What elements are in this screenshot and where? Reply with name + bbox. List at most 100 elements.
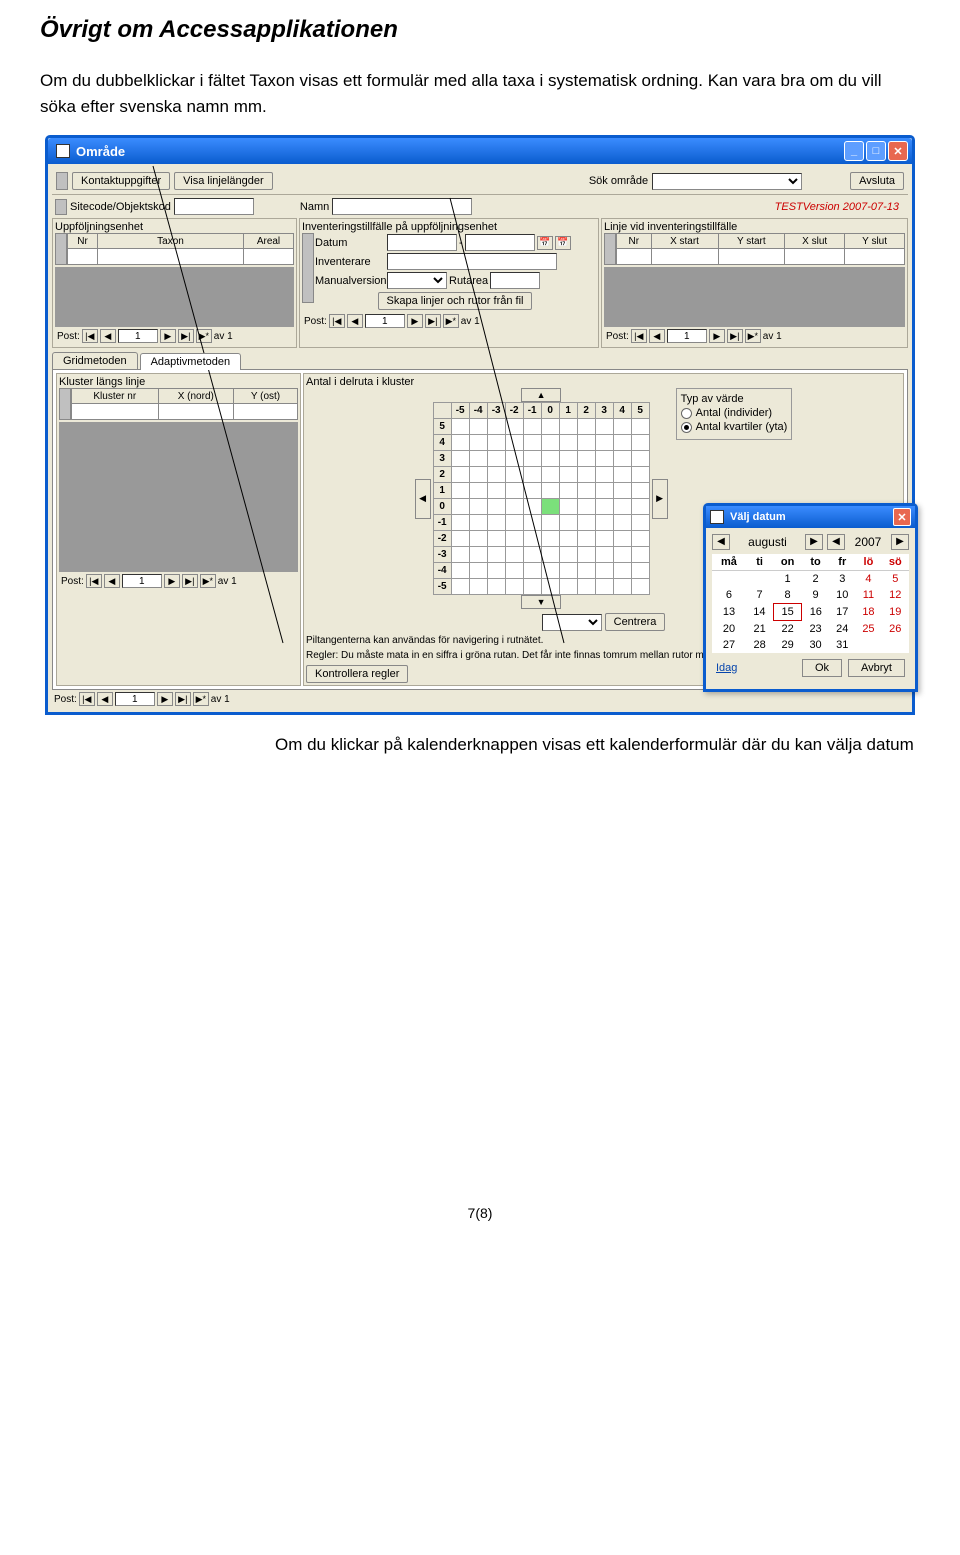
manualversion-combo[interactable]: [387, 272, 447, 289]
nav-next[interactable]: ▶: [160, 329, 176, 343]
dp-today-link[interactable]: Idag: [716, 662, 737, 674]
visa-linjelangder-button[interactable]: Visa linjelängder: [174, 172, 273, 190]
nav-prev[interactable]: ◀: [97, 692, 113, 706]
nav-first[interactable]: |◀: [631, 329, 647, 343]
kontrollera-button[interactable]: Kontrollera regler: [306, 665, 408, 683]
tab-adaptivmetoden[interactable]: Adaptivmetoden: [140, 353, 242, 370]
nav-first[interactable]: |◀: [79, 692, 95, 706]
sok-label: Sök område: [589, 175, 648, 187]
dash-label: -: [459, 237, 463, 249]
cell[interactable]: [785, 249, 845, 265]
nav-prev[interactable]: ◀: [100, 329, 116, 343]
datum2-field[interactable]: [465, 234, 535, 251]
calendar-button-1[interactable]: 📅: [537, 236, 553, 250]
record-selector[interactable]: [55, 199, 67, 215]
dp-ok-button[interactable]: Ok: [802, 659, 842, 677]
scroll-up[interactable]: ▲: [521, 388, 561, 402]
nav-new[interactable]: ▶*: [745, 329, 761, 343]
avsluta-button[interactable]: Avsluta: [850, 172, 904, 190]
nav-new[interactable]: ▶*: [196, 329, 212, 343]
nav-next[interactable]: ▶: [157, 692, 173, 706]
record-selector[interactable]: [604, 233, 616, 265]
nav-prev[interactable]: ◀: [649, 329, 665, 343]
dp-year-next[interactable]: ▶: [891, 534, 909, 550]
radio-antal-individer[interactable]: [681, 408, 692, 419]
maximize-button[interactable]: □: [866, 141, 886, 161]
cell[interactable]: [718, 249, 785, 265]
nav-next[interactable]: ▶: [709, 329, 725, 343]
nr-field[interactable]: [68, 249, 98, 265]
sok-omrade-combo[interactable]: [652, 173, 802, 190]
scroll-right[interactable]: ▶: [652, 479, 668, 519]
areal-field[interactable]: [244, 249, 294, 265]
nav-new[interactable]: ▶*: [193, 692, 209, 706]
nav-first[interactable]: |◀: [86, 574, 102, 588]
linje-nav: Post: |◀ ◀ ▶ ▶| ▶* av 1: [604, 327, 905, 345]
record-selector[interactable]: [55, 233, 67, 265]
sitecode-field[interactable]: [174, 198, 254, 215]
kontakt-button[interactable]: Kontaktuppgifter: [72, 172, 170, 190]
dp-cancel-button[interactable]: Avbryt: [848, 659, 905, 677]
nav-new[interactable]: ▶*: [443, 314, 459, 328]
delruta-grid[interactable]: -5-4-3-2-1012345543210-1-2-3-4-5: [433, 402, 650, 595]
delruta-combo[interactable]: [542, 614, 602, 631]
nav-last[interactable]: ▶|: [727, 329, 743, 343]
record-selector[interactable]: [56, 172, 68, 190]
scroll-down[interactable]: ▼: [521, 595, 561, 609]
record-selector[interactable]: [302, 233, 314, 303]
cell[interactable]: [845, 249, 905, 265]
kluster-nav: Post: |◀ ◀ ▶ ▶| ▶* av 1: [59, 572, 298, 590]
calendar-button-2[interactable]: 📅: [555, 236, 571, 250]
version-text: TESTVersion 2007-07-13: [475, 201, 899, 213]
dp-year-prev[interactable]: ◀: [827, 534, 845, 550]
nav-of: av 1: [214, 331, 233, 342]
window-title: Område: [76, 144, 844, 159]
dp-month-prev[interactable]: ◀: [712, 534, 730, 550]
nav-pos[interactable]: [118, 329, 158, 343]
nav-last[interactable]: ▶|: [425, 314, 441, 328]
inventerare-field[interactable]: [387, 253, 557, 270]
nav-next[interactable]: ▶: [164, 574, 180, 588]
cell[interactable]: [651, 249, 718, 265]
nav-last[interactable]: ▶|: [175, 692, 191, 706]
minimize-button[interactable]: _: [844, 141, 864, 161]
taxon-field[interactable]: [98, 249, 244, 265]
centrera-button[interactable]: Centrera: [605, 613, 666, 631]
window-icon: [710, 510, 724, 524]
dp-month-next[interactable]: ▶: [805, 534, 823, 550]
skapa-linjer-button[interactable]: Skapa linjer och rutor från fil: [378, 292, 533, 310]
post-label: Post:: [54, 694, 77, 705]
nav-of: av 1: [461, 316, 480, 327]
scroll-left[interactable]: ◀: [415, 479, 431, 519]
nav-pos[interactable]: [115, 692, 155, 706]
cell[interactable]: [72, 404, 159, 420]
bottom-nav: Post: |◀ ◀ ▶ ▶| ▶* av 1: [52, 690, 908, 708]
nav-first[interactable]: |◀: [329, 314, 345, 328]
rutarea-field[interactable]: [490, 272, 540, 289]
nav-pos[interactable]: [667, 329, 707, 343]
radio-antal-kvartiler[interactable]: [681, 422, 692, 433]
dp-calendar[interactable]: måtiontofrlösö12345678910111213141516171…: [712, 554, 909, 653]
cell[interactable]: [158, 404, 233, 420]
nav-pos[interactable]: [365, 314, 405, 328]
nav-prev[interactable]: ◀: [104, 574, 120, 588]
cell[interactable]: [234, 404, 298, 420]
nav-pos[interactable]: [122, 574, 162, 588]
nav-prev[interactable]: ◀: [347, 314, 363, 328]
page-number: 7(8): [40, 1205, 920, 1221]
datum-field[interactable]: [387, 234, 457, 251]
nav-next[interactable]: ▶: [407, 314, 423, 328]
datepicker-window: Välj datum ✕ ◀ augusti ▶ ◀ 2007 ▶ måtion…: [703, 503, 918, 692]
dp-close-button[interactable]: ✕: [893, 508, 911, 526]
nav-new[interactable]: ▶*: [200, 574, 216, 588]
page-description: Om du dubbelklickar i fältet Taxon visas…: [40, 68, 920, 119]
cell[interactable]: [617, 249, 652, 265]
nav-first[interactable]: |◀: [82, 329, 98, 343]
nav-last[interactable]: ▶|: [182, 574, 198, 588]
tab-gridmetoden[interactable]: Gridmetoden: [52, 352, 138, 369]
record-selector[interactable]: [59, 388, 71, 420]
nav-last[interactable]: ▶|: [178, 329, 194, 343]
sitecode-label: Sitecode/Objektskod: [70, 201, 171, 213]
namn-field[interactable]: [332, 198, 472, 215]
close-button[interactable]: ✕: [888, 141, 908, 161]
